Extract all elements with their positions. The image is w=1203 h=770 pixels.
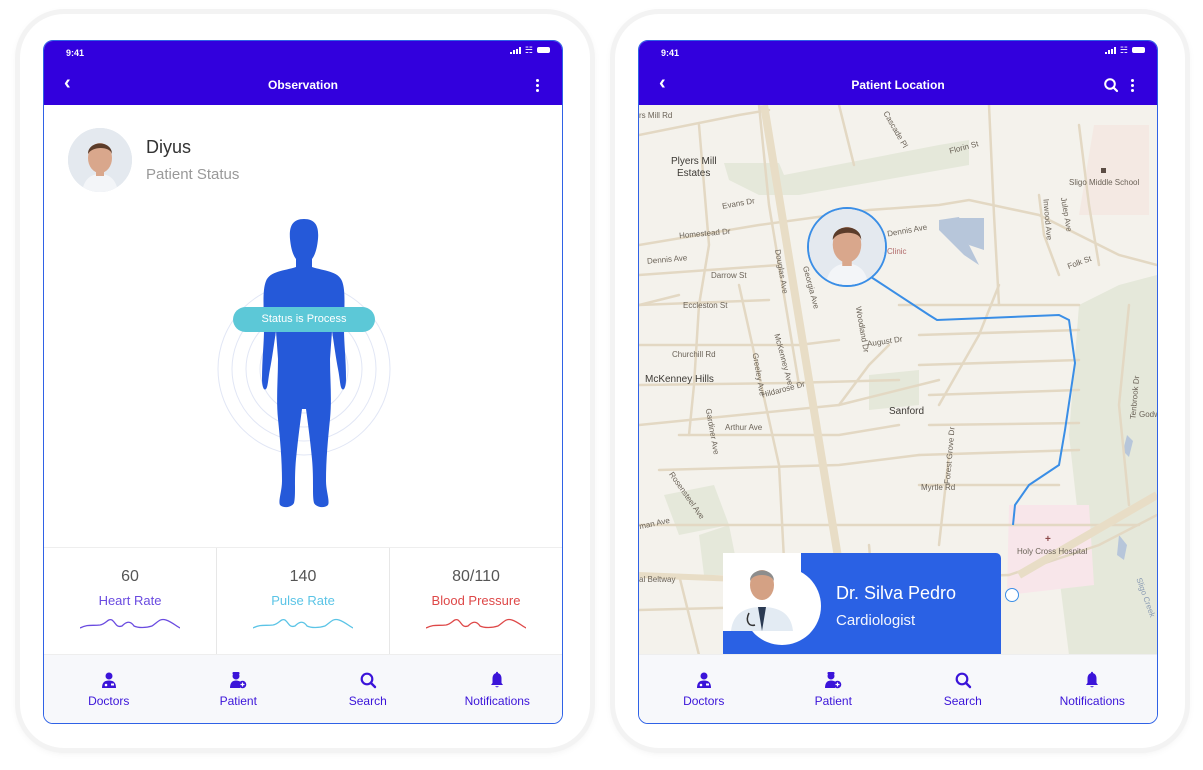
patient-avatar — [68, 128, 132, 192]
wifi-icon: ☵ — [1119, 45, 1128, 55]
search-icon — [360, 672, 376, 688]
destination-marker[interactable] — [1005, 588, 1019, 602]
signal-icon — [509, 46, 521, 54]
map-label: Estates — [677, 168, 711, 179]
status-time: 9:41 — [66, 48, 85, 58]
search-icon[interactable] — [1103, 77, 1119, 93]
map-view[interactable]: rs Mill Rd Plyers Mill Estates Evans Dr … — [639, 105, 1157, 655]
doctor-card[interactable]: Dr. Silva Pedro Cardiologist — [723, 553, 1001, 655]
vital-label: Blood Pressure — [431, 593, 521, 608]
vital-value: 80/110 — [452, 568, 500, 585]
bell-icon — [491, 671, 504, 687]
vital-blood-pressure[interactable]: 80/110 Blood Pressure — [390, 548, 562, 656]
status-icons: ☵ — [509, 45, 550, 55]
map-label: rs Mill Rd — [639, 111, 673, 120]
nav-doctors[interactable]: Doctors — [639, 655, 769, 723]
observation-screen: 9:41 ☵ ‹ Observation Diyus Patient Statu… — [43, 40, 563, 724]
search-icon — [955, 672, 971, 688]
map-label: Holy Cross Hospital — [1017, 547, 1088, 556]
signal-icon — [1104, 46, 1116, 54]
doctor-icon — [101, 672, 116, 688]
map-label: Clinic — [887, 247, 907, 256]
body-figure — [217, 219, 391, 508]
map-label: Churchill Rd — [672, 350, 716, 359]
map-label: Godw — [1139, 410, 1157, 419]
bell-icon — [1086, 671, 1099, 687]
bottom-nav: Doctors Patient Search Notifications — [639, 654, 1157, 723]
vital-value: 60 — [121, 568, 139, 585]
app-bar: 9:41 ☵ ‹ Observation — [44, 41, 562, 105]
patient-location-pin[interactable] — [807, 207, 887, 287]
school-icon — [1101, 168, 1106, 173]
vital-label: Pulse Rate — [271, 593, 335, 608]
doctor-avatar — [723, 553, 821, 645]
page-title: Patient Location — [851, 78, 945, 92]
battery-icon — [537, 47, 550, 53]
doctor-icon — [696, 672, 711, 688]
more-options-icon[interactable] — [536, 79, 540, 92]
vital-heart-rate[interactable]: 60 Heart Rate — [44, 548, 217, 656]
map-label: Darrow St — [711, 271, 747, 280]
map-label: Sanford — [889, 406, 925, 417]
more-options-icon[interactable] — [1131, 79, 1135, 92]
map-label: Sligo Middle School — [1069, 178, 1140, 187]
battery-icon — [1132, 47, 1145, 53]
nav-notifications[interactable]: Notifications — [1028, 655, 1158, 723]
device-location: rs Mill Rd Plyers Mill Estates Evans Dr … — [615, 14, 1185, 748]
vital-pulse-rate[interactable]: 140 Pulse Rate — [217, 548, 390, 656]
patient-name: Diyus — [146, 137, 192, 157]
status-time: 9:41 — [661, 48, 680, 58]
nav-label: Patient — [219, 693, 257, 708]
patient-icon — [825, 671, 842, 688]
nav-notifications[interactable]: Notifications — [433, 655, 563, 723]
nav-search[interactable]: Search — [303, 655, 433, 723]
nav-label: Doctors — [683, 693, 725, 708]
vital-value: 140 — [289, 568, 317, 585]
status-pill: Status is Process — [233, 307, 375, 332]
doctor-name: Dr. Silva Pedro — [836, 582, 957, 603]
location-screen: rs Mill Rd Plyers Mill Estates Evans Dr … — [638, 40, 1158, 724]
bottom-nav: Doctors Patient Search Notifications — [44, 654, 562, 723]
nav-patient[interactable]: Patient — [174, 655, 304, 723]
map-label: McKenney Hills — [645, 374, 714, 385]
heart-rate-wave — [79, 618, 181, 629]
device-observation: 9:41 ☵ ‹ Observation Diyus Patient Statu… — [20, 14, 590, 748]
map-label: Eccleston St — [683, 301, 728, 310]
patient-header: Diyus Patient Status — [68, 128, 239, 192]
vitals-panel: 60 Heart Rate 140 Pulse Rate 80/110 Bloo… — [44, 547, 562, 656]
nav-label: Notifications — [464, 693, 530, 708]
nav-patient[interactable]: Patient — [769, 655, 899, 723]
nav-doctors[interactable]: Doctors — [44, 655, 174, 723]
map-label: al Beltway — [639, 575, 676, 584]
nav-label: Patient — [814, 693, 852, 708]
doctor-specialty: Cardiologist — [836, 611, 916, 629]
nav-label: Doctors — [88, 693, 130, 708]
wifi-icon: ☵ — [524, 45, 533, 55]
blood-pressure-wave — [425, 618, 527, 629]
app-bar: 9:41 ☵ ‹ Patient Location — [639, 41, 1157, 105]
pulse-rate-wave — [252, 618, 354, 629]
nav-label: Search — [943, 693, 982, 708]
status-icons: ☵ — [1104, 45, 1145, 55]
page-title: Observation — [267, 78, 339, 92]
vital-label: Heart Rate — [98, 593, 162, 608]
patient-status-label: Patient Status — [146, 166, 240, 183]
map-label: Arthur Ave — [725, 423, 763, 432]
map-label: Plyers Mill — [671, 156, 717, 167]
patient-icon — [230, 671, 247, 688]
nav-search[interactable]: Search — [898, 655, 1028, 723]
hospital-icon: + — [1045, 534, 1051, 545]
nav-label: Search — [348, 693, 387, 708]
nav-label: Notifications — [1059, 693, 1125, 708]
